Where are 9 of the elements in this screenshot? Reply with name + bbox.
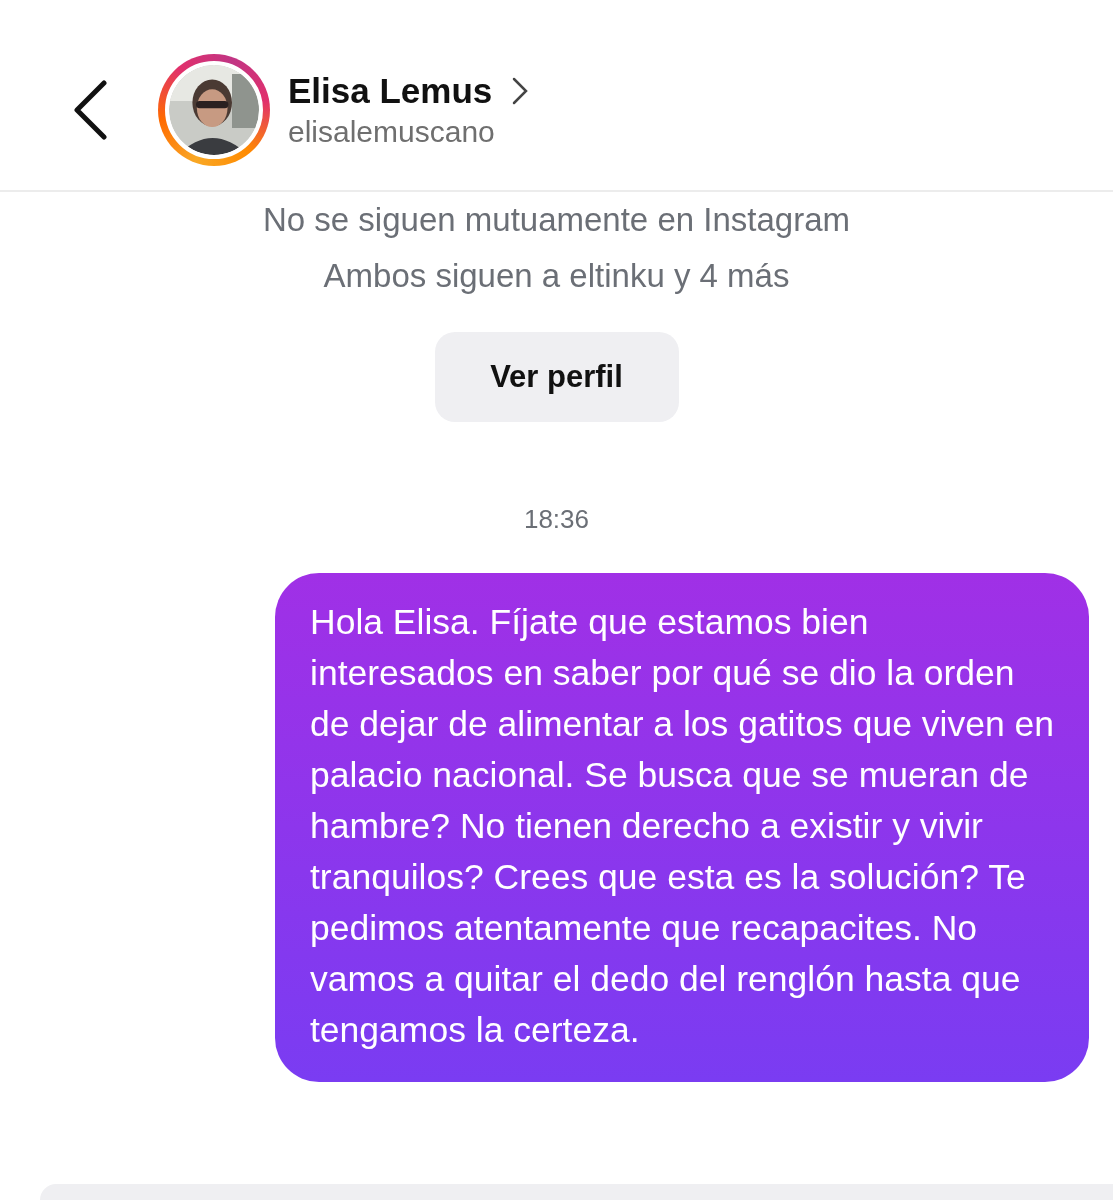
mutual-text: No se siguen mutuamente en Instagram	[263, 200, 850, 240]
username: elisalemuscano	[288, 115, 496, 149]
followers-text: Ambos siguen a eltinku y 4 más	[323, 256, 790, 296]
back-icon[interactable]	[72, 80, 108, 140]
chevron-icon[interactable]	[512, 77, 529, 105]
contact-name[interactable]: Elisa Lemus	[288, 71, 493, 111]
timestamp: 18:36	[522, 504, 591, 535]
view-profile-button[interactable]: Ver perfil	[434, 332, 679, 422]
message-bubble: Hola Elisa. Fíjate que estamos bien interesados en saber por qué se dio la orden de dejar de alimentar a los gatitos que viven en palacio nacional. Se busca que se mueran de hambre? No tienen derecho a existir y vivir tranquilos? Crees que esta es la solución? Te pedimos atentamente que recapacites. No vamos a quitar el dedo del renglón hasta que tengamos la certeza.	[275, 573, 1089, 1082]
